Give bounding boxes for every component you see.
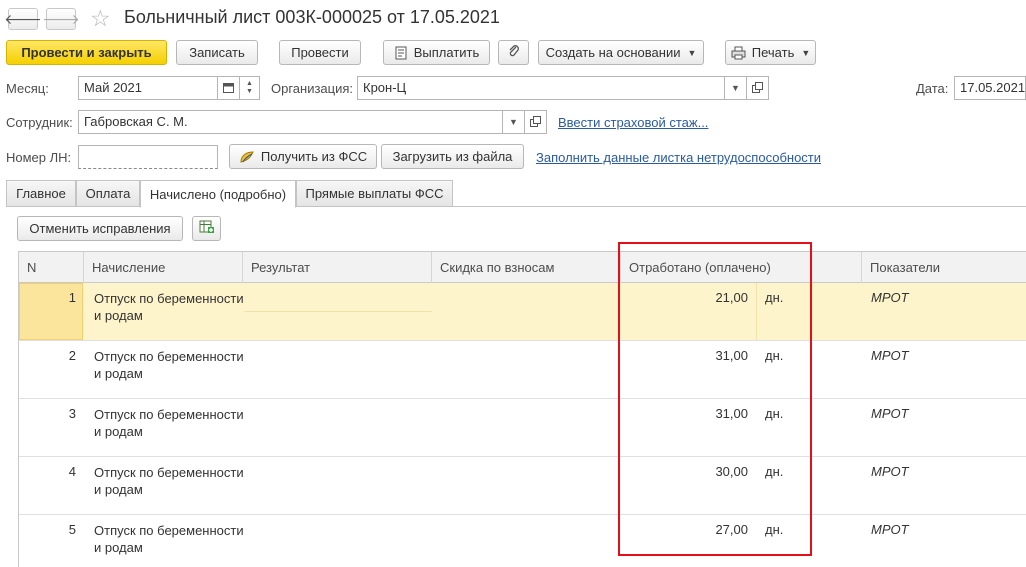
calendar-icon [223,82,234,95]
forward-button[interactable]: 🡒 [42,8,80,30]
worked-value-cell: 31,00 [715,406,748,421]
chevron-down-icon: ▼ [246,88,253,95]
fss-icon [239,150,255,164]
tab-main[interactable]: Главное [6,180,76,207]
row-number: 2 [68,348,76,363]
date-label: Дата: [916,81,949,96]
organization-open-button[interactable] [747,76,769,100]
cell-divider [244,311,432,312]
accrual-cell: Отпуск по беременности и родам [94,349,244,381]
sick-leave-number-label: Номер ЛН: [6,150,72,165]
chevron-down-icon: ▼ [509,117,518,127]
table-settings-button[interactable] [192,216,221,241]
insurance-experience-link[interactable]: Ввести страховой стаж... [558,115,708,130]
get-from-fss-button[interactable]: Получить из ФСС [229,144,377,169]
open-icon [530,115,541,129]
favorite-star-icon[interactable]: ☆ [90,5,111,31]
row-number: 4 [68,464,76,479]
accrual-cell: Отпуск по беременности и родам [94,407,244,439]
accrual-cell: Отпуск по беременности и родам [94,465,244,497]
load-from-file-button[interactable]: Загрузить из файла [381,144,524,169]
worked-unit-cell: дн. [765,290,784,305]
employee-open-button[interactable] [525,110,547,134]
worked-unit-cell: дн. [765,522,784,537]
fill-sick-leave-data-link[interactable]: Заполнить данные листка нетрудоспособнос… [536,150,821,165]
tab-payment[interactable]: Оплата [76,180,140,207]
tab-accrued-detailed[interactable]: Начислено (подробно) [140,180,296,208]
worked-value-cell: 31,00 [715,348,748,363]
worked-value-cell: 30,00 [715,464,748,479]
row-number: 5 [68,522,76,537]
column-header-accrual[interactable]: Начисление [84,252,243,283]
table-row[interactable]: 3 Отпуск по беременности и родам 31,00 д… [19,399,1026,457]
page-title: Больничный лист 003К-000025 от 17.05.202… [124,7,500,27]
column-header-n[interactable]: N [19,252,84,283]
cancel-corrections-button[interactable]: Отменить исправления [17,216,183,241]
post-button[interactable]: Провести [279,40,361,65]
chevron-down-icon: ▼ [687,47,697,58]
month-label: Месяц: [6,81,49,96]
organization-field[interactable]: Крон-Ц [357,76,725,100]
create-based-on-button[interactable]: Создать на основании ▼ [538,40,704,65]
chevron-down-icon: ▼ [801,47,811,58]
worked-unit-cell: дн. [765,464,784,479]
column-header-worked-paid[interactable]: Отработано (оплачено) [621,252,862,283]
column-header-result[interactable]: Результат [243,252,432,283]
organization-label: Организация: [271,81,354,96]
paperclip-icon [507,44,521,61]
table-settings-icon [199,220,215,237]
back-arrow-icon: 🡐 [4,10,42,27]
indicator-cell: МРОТ [871,522,909,537]
cell-divider [756,283,757,340]
forward-arrow-icon: 🡒 [42,10,80,27]
column-header-discount[interactable]: Скидка по взносам [432,252,621,283]
indicator-cell: МРОТ [871,290,909,305]
month-field[interactable]: Май 2021 [78,76,218,100]
indicator-cell: МРОТ [871,406,909,421]
open-icon [752,81,763,95]
chevron-down-icon: ▼ [731,83,740,93]
row-number: 1 [68,290,76,305]
table-header: N Начисление Результат Скидка по взносам… [19,252,1026,283]
worked-unit-cell: дн. [765,348,784,363]
accrual-cell: Отпуск по беременности и родам [94,291,244,323]
calendar-button[interactable] [218,76,240,100]
worked-value-cell: 21,00 [715,290,748,305]
post-and-close-button[interactable]: Провести и закрыть [6,40,167,65]
table-row[interactable]: 1 Отпуск по беременности и родам 21,00 д… [19,283,1026,341]
indicator-cell: МРОТ [871,464,909,479]
date-field[interactable]: 17.05.2021 [954,76,1026,100]
save-button[interactable]: Записать [176,40,258,65]
table-row[interactable]: 5 Отпуск по беременности и родам 27,00 д… [19,515,1026,567]
create-based-label: Создать на основании [545,45,681,60]
employee-field[interactable]: Габровская С. М. [78,110,503,134]
pay-button[interactable]: Выплатить [383,40,490,65]
table-row[interactable]: 4 Отпуск по беременности и родам 30,00 д… [19,457,1026,515]
indicator-cell: МРОТ [871,348,909,363]
month-stepper[interactable]: ▲ ▼ [240,76,260,100]
payment-icon [394,46,408,60]
employee-label: Сотрудник: [6,115,73,130]
worked-value-cell: 27,00 [715,522,748,537]
printer-icon [731,46,746,60]
get-from-fss-label: Получить из ФСС [260,149,368,164]
print-label: Печать [751,45,795,60]
accruals-table: N Начисление Результат Скидка по взносам… [18,251,1026,567]
tab-direct-fss-payments[interactable]: Прямые выплаты ФСС [296,180,453,207]
organization-dropdown-button[interactable]: ▼ [725,76,747,100]
row-number: 3 [68,406,76,421]
employee-dropdown-button[interactable]: ▼ [503,110,525,134]
sick-leave-number-field[interactable] [78,145,218,169]
attach-button[interactable] [498,40,529,65]
chevron-up-icon: ▲ [246,80,253,87]
back-button[interactable]: 🡐 [4,8,42,30]
pay-label: Выплатить [413,45,480,60]
column-header-indicators[interactable]: Показатели [862,252,1026,283]
worked-unit-cell: дн. [765,406,784,421]
table-row[interactable]: 2 Отпуск по беременности и родам 31,00 д… [19,341,1026,399]
print-button[interactable]: Печать ▼ [725,40,816,65]
accrual-cell: Отпуск по беременности и родам [94,523,244,555]
